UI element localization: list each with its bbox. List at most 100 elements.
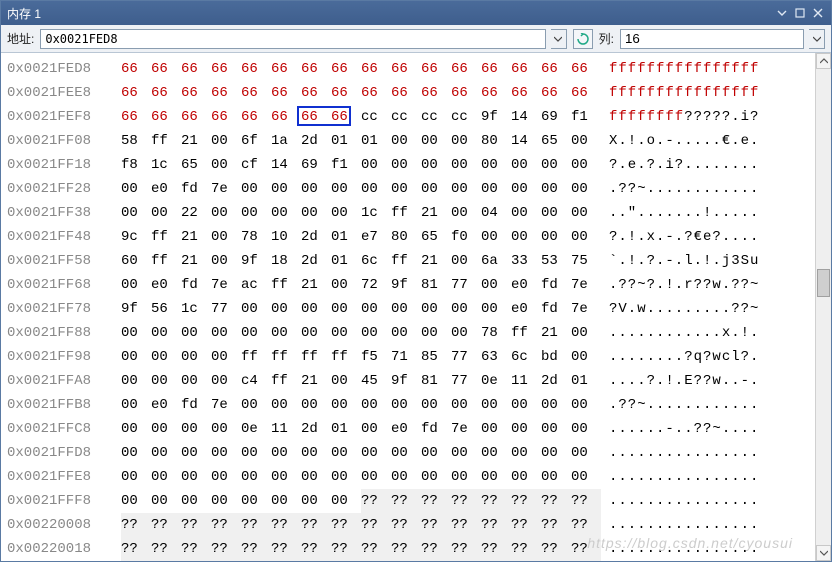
hex-byte[interactable]: cf [241,153,271,177]
hex-byte[interactable]: ac [241,273,271,297]
hex-byte[interactable]: 00 [301,441,331,465]
hex-byte[interactable]: 00 [211,321,241,345]
hex-byte[interactable]: 00 [151,417,181,441]
hex-byte[interactable]: ?? [241,537,271,561]
hex-byte[interactable]: 21 [181,249,211,273]
hex-byte[interactable]: 00 [511,393,541,417]
hex-byte[interactable]: 65 [181,153,211,177]
hex-byte[interactable]: 00 [361,321,391,345]
hex-byte[interactable]: 7e [451,417,481,441]
hex-byte[interactable]: 00 [331,369,361,393]
ascii-cell[interactable]: `.!.?.-.l.!.j3Su [609,249,759,273]
ascii-cell[interactable]: ................ [609,513,759,537]
hex-byte[interactable]: 1c [151,153,181,177]
hex-byte[interactable]: 33 [511,249,541,273]
maximize-button[interactable] [793,6,807,20]
hex-byte[interactable]: 01 [331,225,361,249]
hex-byte[interactable]: e7 [361,225,391,249]
hex-byte[interactable]: ?? [241,513,271,537]
hex-byte[interactable]: 00 [271,177,301,201]
hex-byte[interactable]: 00 [481,225,511,249]
hex-byte[interactable]: 66 [541,81,571,105]
hex-byte[interactable]: 00 [211,129,241,153]
hex-byte[interactable]: 00 [151,345,181,369]
hex-byte[interactable]: 69 [541,105,571,129]
hex-byte[interactable]: 0e [241,417,271,441]
hex-byte[interactable]: 66 [301,105,331,129]
hex-byte[interactable]: 77 [451,369,481,393]
hex-byte[interactable]: 00 [451,153,481,177]
hex-byte[interactable]: 00 [241,201,271,225]
hex-byte[interactable]: 66 [211,57,241,81]
hex-byte[interactable]: 00 [301,321,331,345]
hex-byte[interactable]: ?? [421,513,451,537]
hex-byte[interactable]: ?? [361,513,391,537]
ascii-cell[interactable]: .??~?.!.r??w.??~ [609,273,759,297]
hex-view[interactable]: 0x0021FED8666666666666666666666666666666… [1,53,815,561]
address-input[interactable] [40,29,545,49]
hex-byte[interactable]: c4 [241,369,271,393]
hex-byte[interactable]: 66 [301,81,331,105]
hex-byte[interactable]: 2d [301,129,331,153]
hex-byte[interactable]: 00 [571,177,601,201]
hex-byte[interactable]: 21 [181,129,211,153]
hex-byte[interactable]: 00 [211,201,241,225]
hex-row[interactable]: 0x0021FFB800e0fd7e0000000000000000000000… [7,393,815,417]
hex-byte[interactable]: f0 [451,225,481,249]
columns-input[interactable] [620,29,804,49]
hex-byte[interactable]: 66 [211,105,241,129]
hex-byte[interactable]: 00 [541,465,571,489]
hex-byte[interactable]: 00 [421,297,451,321]
hex-byte[interactable]: 00 [121,441,151,465]
hex-row[interactable]: 0x00220018??????????????????????????????… [7,537,815,561]
hex-byte[interactable]: 66 [181,105,211,129]
hex-byte[interactable]: 9f [121,297,151,321]
hex-byte[interactable]: 00 [391,153,421,177]
hex-byte[interactable]: ?? [271,513,301,537]
hex-byte[interactable]: 00 [361,297,391,321]
ascii-cell[interactable]: ................ [609,441,759,465]
vertical-scrollbar[interactable] [815,53,831,561]
hex-byte[interactable]: 00 [481,417,511,441]
hex-row[interactable]: 0x0021FF789f561c77000000000000000000e0fd… [7,297,815,321]
hex-byte[interactable]: 2d [301,249,331,273]
ascii-cell[interactable]: ..".......!..... [609,201,759,225]
scroll-up-button[interactable] [816,53,831,69]
hex-byte[interactable]: 00 [481,441,511,465]
hex-byte[interactable]: 00 [241,441,271,465]
hex-byte[interactable]: 00 [541,417,571,441]
hex-byte[interactable]: 7e [211,273,241,297]
hex-byte[interactable]: 00 [211,369,241,393]
hex-byte[interactable]: 00 [121,177,151,201]
hex-byte[interactable]: 00 [331,177,361,201]
hex-byte[interactable]: ?? [541,537,571,561]
hex-byte[interactable]: 66 [271,57,301,81]
hex-byte[interactable]: 00 [571,417,601,441]
hex-byte[interactable]: 00 [511,225,541,249]
hex-row[interactable]: 0x00220008??????????????????????????????… [7,513,815,537]
hex-byte[interactable]: 00 [511,153,541,177]
hex-byte[interactable]: 00 [571,129,601,153]
ascii-cell[interactable]: ....?.!.E??w..-. [609,369,759,393]
hex-byte[interactable]: ff [271,273,301,297]
hex-byte[interactable]: 00 [211,153,241,177]
hex-row[interactable]: 0x0021FF0858ff21006f1a2d0101000000801465… [7,129,815,153]
ascii-cell[interactable]: .??~............ [609,393,759,417]
ascii-cell[interactable]: ?V.w.........??~ [609,297,759,321]
hex-byte[interactable]: 00 [271,393,301,417]
hex-byte[interactable]: 00 [211,441,241,465]
hex-byte[interactable]: e0 [511,273,541,297]
scroll-thumb[interactable] [817,269,830,297]
hex-byte[interactable]: 00 [451,321,481,345]
hex-byte[interactable]: 00 [391,129,421,153]
hex-byte[interactable]: 00 [571,321,601,345]
hex-byte[interactable]: 00 [211,417,241,441]
hex-byte[interactable]: 00 [331,297,361,321]
hex-byte[interactable]: ?? [481,513,511,537]
hex-byte[interactable]: 11 [511,369,541,393]
hex-byte[interactable]: 00 [151,201,181,225]
hex-byte[interactable]: 01 [331,129,361,153]
hex-byte[interactable]: e0 [151,177,181,201]
hex-byte[interactable]: 00 [301,201,331,225]
ascii-cell[interactable]: ......-..??~.... [609,417,759,441]
